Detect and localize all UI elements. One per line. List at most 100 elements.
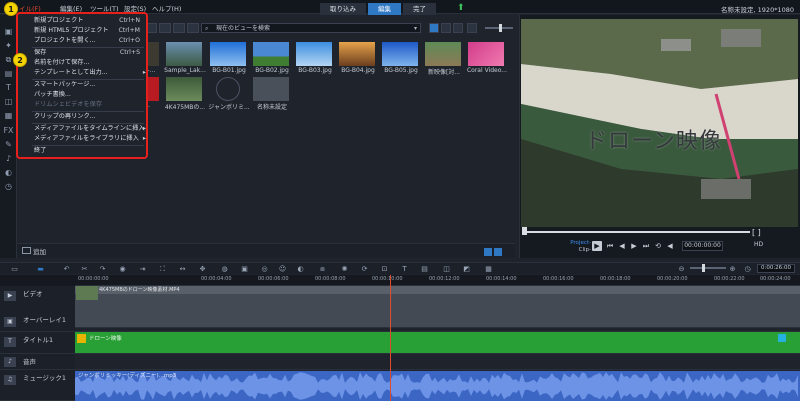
volume-icon[interactable]: ◀ [666,241,674,251]
title-end-icon[interactable] [778,334,786,342]
move-icon[interactable]: ✥ [198,265,207,274]
title-clip[interactable]: ドローン映像 [89,334,122,342]
timeline-playhead[interactable] [390,275,391,401]
speed-icon[interactable]: ◷ [3,181,14,192]
media-thumbnail[interactable]: 新映像[対... [425,42,461,76]
grid-icon[interactable]: ▦ [484,265,493,274]
home-icon[interactable]: ⏮ [606,241,614,251]
menu-item-export-template[interactable]: テンプレートとして出力... ▸ [34,68,146,78]
title-track[interactable] [75,332,800,354]
rotate-icon[interactable]: ⟳ [360,265,369,274]
instant-project-icon[interactable]: ✦ [3,40,14,51]
media-thumbnail[interactable]: BG-B01.jpg [210,42,246,74]
menu-item-exit[interactable]: 終了 [34,146,146,156]
color-icon[interactable]: ✺ [340,265,349,274]
zoom-out-icon[interactable]: ⊖ [677,265,686,274]
preview-timecode[interactable]: 00:00:00:00 [682,241,723,251]
record-icon[interactable]: ◉ [118,265,127,274]
graphic-icon[interactable]: ▤ [3,68,14,79]
media-icon[interactable]: ▣ [3,26,14,37]
menu-item-new-html5[interactable]: 新規 HTML5 プロジェクト Ctrl+M [34,26,146,36]
media-thumbnail[interactable]: 4K475MBの... [165,77,205,111]
cut-icon[interactable]: ✂ [80,265,89,274]
timeline-zoom-slider[interactable] [690,264,726,272]
sort-button[interactable] [467,23,477,33]
menu-item-relink[interactable]: クリップの再リンク... [34,112,146,122]
scrubber-handle[interactable] [522,227,527,235]
slider-handle[interactable] [499,24,502,32]
voice-track[interactable] [75,354,800,370]
face-icon[interactable]: ☺ [278,265,287,274]
thumbnail-size-slider[interactable] [485,24,513,32]
clip-mode[interactable]: Clip- [569,247,591,254]
audio-icon[interactable]: ♪ [3,153,14,164]
track-header-music[interactable]: ♫ ミュージック1 [0,370,75,401]
menu-item-batch[interactable]: パッチ書換... [34,90,146,100]
pip-icon[interactable]: ◫ [442,265,451,274]
library-panel-button[interactable] [484,248,492,256]
undo-icon[interactable]: ↶ [62,265,71,274]
menu-item-save-as[interactable]: 名前を付けて保存... [34,58,146,68]
music-clip[interactable]: ジャンボリミッキー(ディズニー)...mp3 [78,371,176,379]
subtitle-icon[interactable]: ▤ [420,265,429,274]
options-panel-button[interactable] [494,248,502,256]
zoom-in-icon[interactable]: ⊕ [728,265,737,274]
resolution-controls[interactable]: HD [754,241,763,248]
timeline-view-icon[interactable]: ▬ [36,265,45,274]
end-icon[interactable]: ⏭ [642,241,650,251]
timeline-ruler[interactable]: 00:00:00:00 00:00:04:00 00:00:06:00 00:0… [75,275,800,286]
media-thumbnail[interactable]: BG-B04.jpg [339,42,375,74]
mask-icon[interactable]: ◐ [3,167,14,178]
media-thumbnail[interactable]: BG-B02.jpg [253,42,289,74]
media-thumbnail[interactable]: 名称未設定 [253,77,289,111]
trim-icon[interactable]: ⇥ [138,265,147,274]
upload-icon[interactable]: ⬆ [457,3,467,13]
media-thumbnail[interactable]: ジャンボリミ... [208,77,250,111]
list-view-button[interactable] [441,23,451,33]
media-thumbnail[interactable]: Sample_Lak... [164,42,206,74]
mix-icon[interactable]: ◍ [220,265,229,274]
prev-frame-icon[interactable]: ◀ [618,241,626,251]
menu-item-smart-package[interactable]: スマートパッケージ... [34,80,146,90]
repeat-icon[interactable]: ⟲ [654,241,662,251]
media-thumbnail[interactable]: BG-B03.jpg [296,42,332,74]
path-icon[interactable]: ✎ [3,139,14,150]
timeline-duration[interactable]: 0:00:26:00 [757,264,795,273]
video-clip[interactable]: 4K475MBのドローン映像素材.MP4 [75,286,800,294]
view-search-select[interactable]: ⌕ 現在のビューを検索 ▾ [201,23,421,33]
menu-item-new-project[interactable]: 新規プロジェクト Ctrl+N [34,16,146,26]
thumbnail-view-button[interactable] [429,23,439,33]
next-frame-icon[interactable]: ▶ [630,241,638,251]
show-photo-button[interactable] [173,23,185,33]
filter-icon[interactable]: ▦ [3,110,14,121]
snapshot-icon[interactable]: ⊡ [380,265,389,274]
overlay-icon[interactable]: ◫ [3,96,14,107]
preview-scrubber[interactable] [522,227,750,235]
multicam-icon[interactable]: ▣ [240,265,249,274]
mask-tool-icon[interactable]: ◐ [296,265,305,274]
track-header-title[interactable]: T タイトル1 [0,332,75,354]
zoom-handle[interactable] [702,264,705,272]
show-video-button[interactable] [159,23,171,33]
crop-icon[interactable]: ⛶ [158,265,167,274]
effect-icon[interactable]: ◩ [462,265,471,274]
music-track[interactable] [75,370,800,401]
track-header-voice[interactable]: ♪ 音声 [0,354,75,370]
menu-item-save[interactable]: 保存 Ctrl+S [34,48,146,58]
detail-view-button[interactable] [453,23,463,33]
menu-item-insert-timeline[interactable]: メディアファイルをタイムラインに挿入 ▸ [34,124,146,134]
menu-item-open-project[interactable]: プロジェクトを開く... Ctrl+O [34,36,146,46]
redo-icon[interactable]: ↷ [98,265,107,274]
fit-icon[interactable]: ↔ [178,265,187,274]
clock-icon[interactable]: ◷ [743,265,752,274]
mark-in-out[interactable]: [ ] [752,228,761,237]
motion-icon[interactable]: ◎ [260,265,269,274]
media-thumbnail[interactable]: Coral Video... [467,42,507,74]
storyboard-view-icon[interactable]: ▭ [10,265,19,274]
fx-icon[interactable]: FX [3,125,14,136]
play-icon[interactable]: ▶ [592,241,602,251]
add-folder-button[interactable]: 追加 [22,246,46,256]
menu-help[interactable]: ヘルプ(H) [152,3,181,13]
menu-item-insert-library[interactable]: メディアファイルをライブラリに挿入 ▸ [34,134,146,144]
title-icon[interactable]: T [3,82,14,93]
